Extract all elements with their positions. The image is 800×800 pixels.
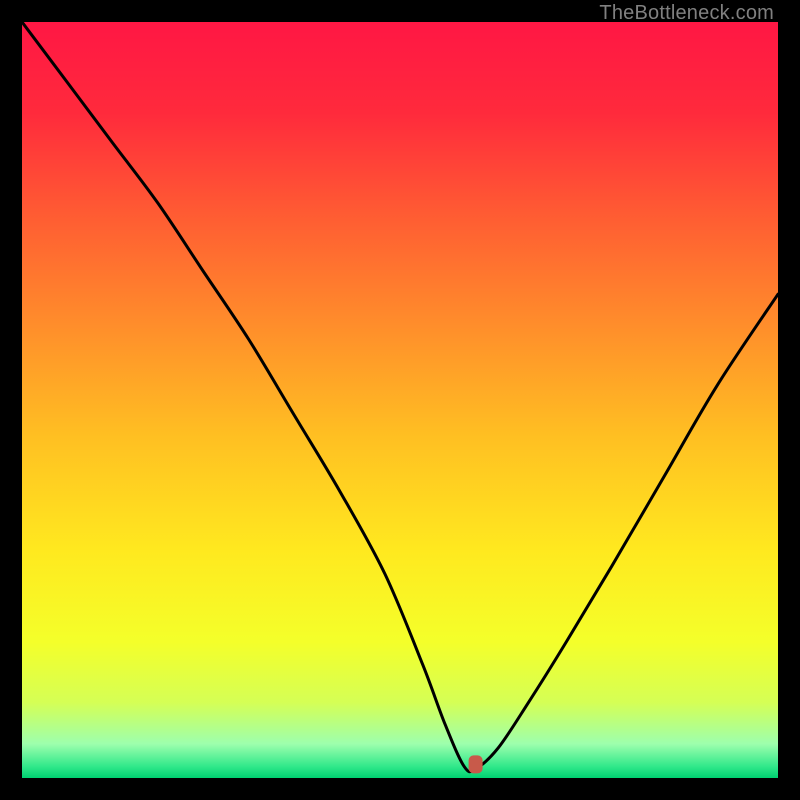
chart-svg bbox=[22, 22, 778, 778]
attribution-text: TheBottleneck.com bbox=[599, 2, 774, 25]
gradient-background bbox=[22, 22, 778, 778]
min-marker bbox=[469, 755, 483, 773]
chart-frame bbox=[22, 22, 778, 778]
